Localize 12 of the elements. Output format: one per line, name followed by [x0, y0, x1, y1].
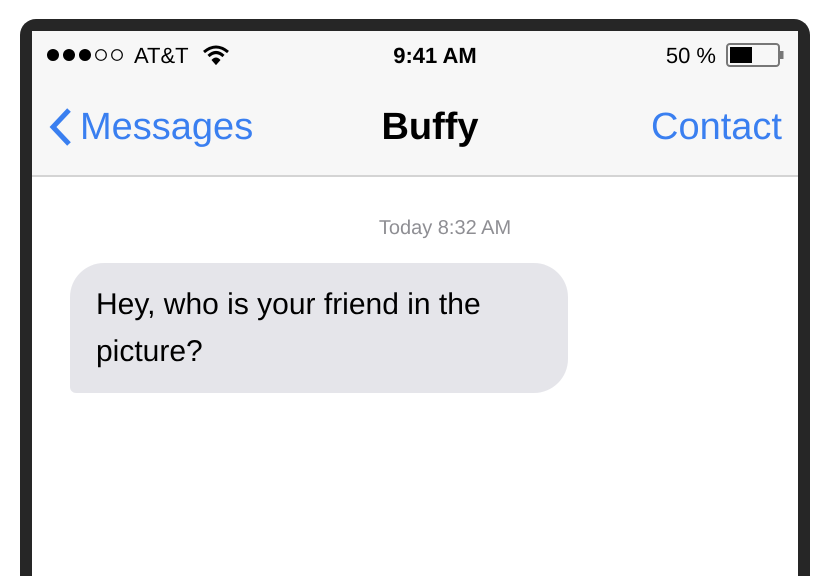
contact-button[interactable]: Contact	[651, 98, 782, 156]
chevron-left-icon	[48, 107, 72, 147]
signal-icon	[46, 48, 126, 62]
wifi-icon	[202, 45, 229, 65]
message-timestamp: Today 8:32 AM	[378, 216, 512, 241]
battery-icon	[726, 43, 784, 67]
conversation-title: Buffy	[381, 104, 479, 150]
carrier-name: AT&T	[134, 42, 189, 70]
received-message-bubble: Hey, who is your friend in the picture?	[70, 263, 568, 393]
back-button[interactable]: Messages	[48, 98, 254, 156]
battery-percent: 50 %	[666, 42, 716, 70]
clock-time: 9:41 AM	[393, 42, 477, 70]
